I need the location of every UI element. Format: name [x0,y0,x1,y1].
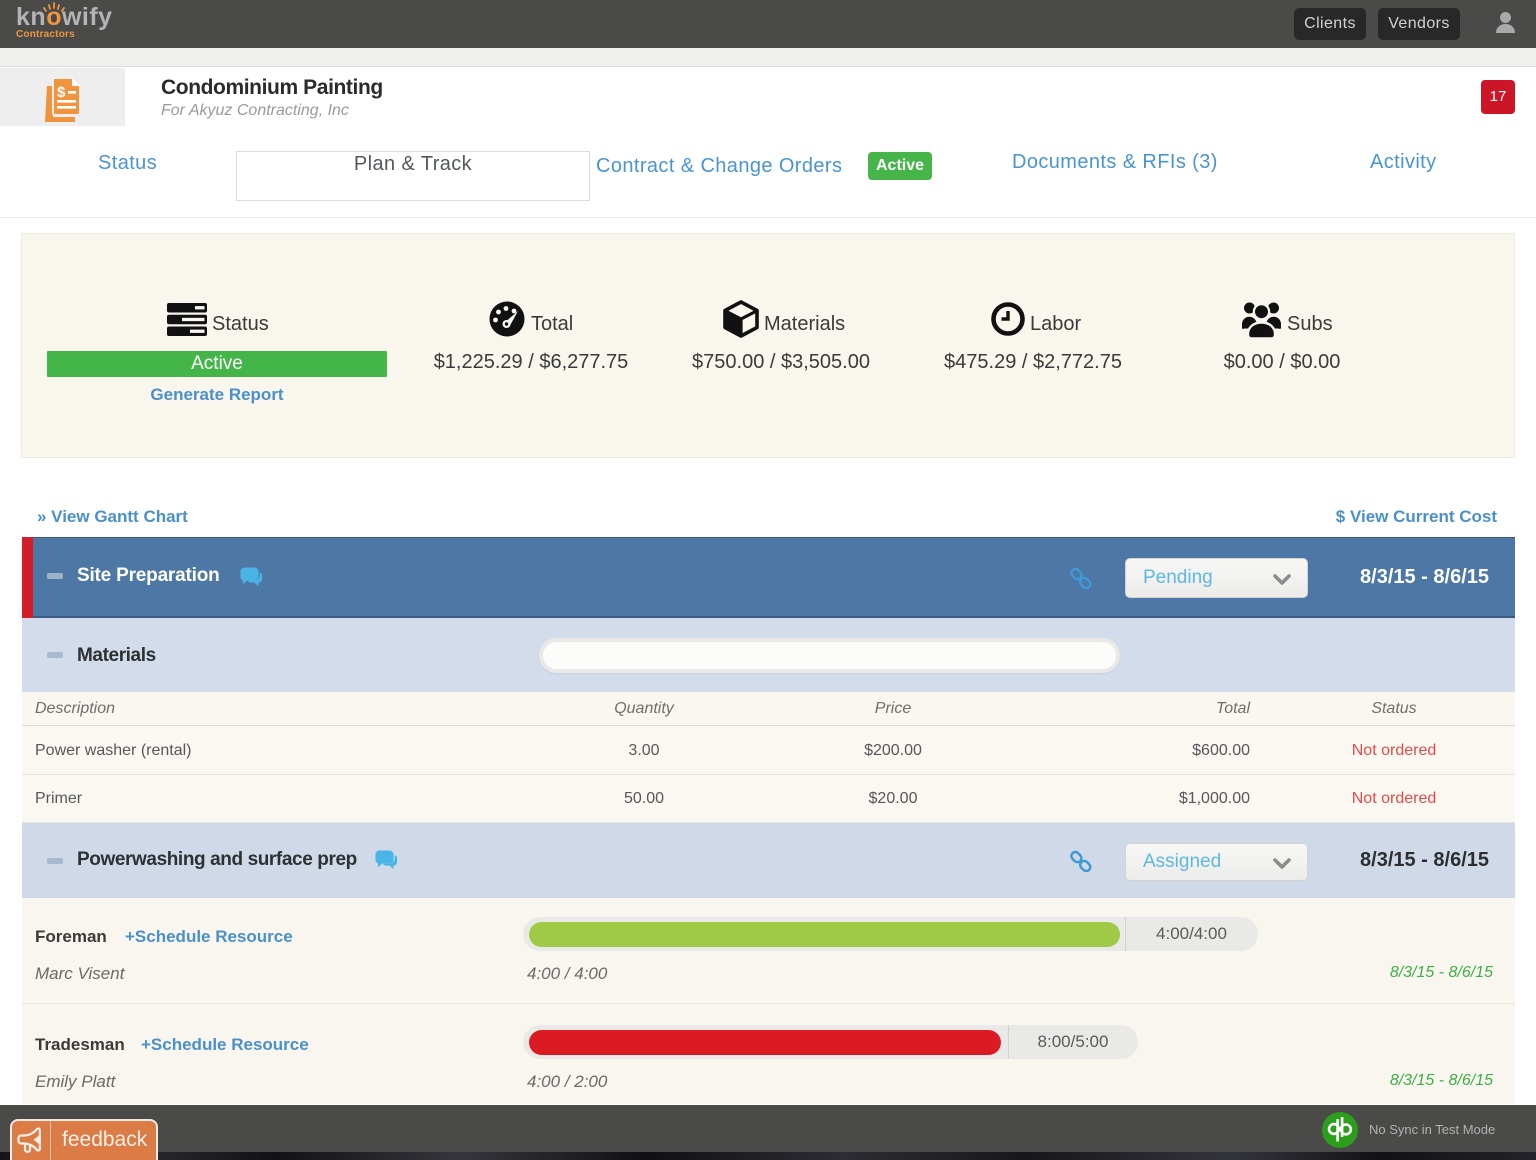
svg-text:$: $ [57,84,66,101]
